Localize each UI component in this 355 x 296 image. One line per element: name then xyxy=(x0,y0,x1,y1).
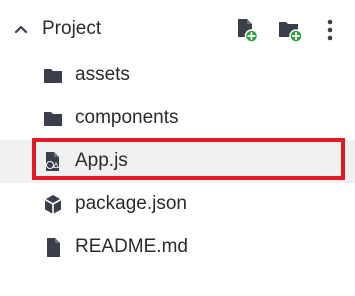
tree-item-label: package.json xyxy=(75,193,187,214)
tree-item-assets[interactable]: assets xyxy=(0,54,355,97)
new-file-button[interactable] xyxy=(233,16,261,44)
folder-icon xyxy=(42,65,64,87)
tree-item-label: README.md xyxy=(75,236,188,257)
tree-item-app-js[interactable]: App.js xyxy=(0,140,355,183)
new-file-icon xyxy=(235,17,259,43)
tree-item-label: assets xyxy=(75,64,130,85)
more-vertical-icon xyxy=(326,19,334,41)
file-tree: assets components App.js package.json RE… xyxy=(0,54,355,269)
project-title: Project xyxy=(42,18,102,39)
file-icon xyxy=(42,237,64,259)
project-explorer-panel: Project assets components App.js package… xyxy=(0,0,355,296)
folder-icon xyxy=(42,108,64,130)
js-file-icon xyxy=(42,151,64,173)
new-folder-icon xyxy=(277,17,303,43)
project-header[interactable]: Project xyxy=(0,8,355,50)
tree-item-label: components xyxy=(75,107,179,128)
tree-item-readme-md[interactable]: README.md xyxy=(0,226,355,269)
more-options-button[interactable] xyxy=(318,16,342,44)
tree-item-package-json[interactable]: package.json xyxy=(0,183,355,226)
tree-item-label: App.js xyxy=(75,150,128,171)
new-folder-button[interactable] xyxy=(276,16,304,44)
chevron-up-icon[interactable] xyxy=(12,20,30,38)
tree-item-components[interactable]: components xyxy=(0,97,355,140)
package-icon xyxy=(42,194,64,216)
